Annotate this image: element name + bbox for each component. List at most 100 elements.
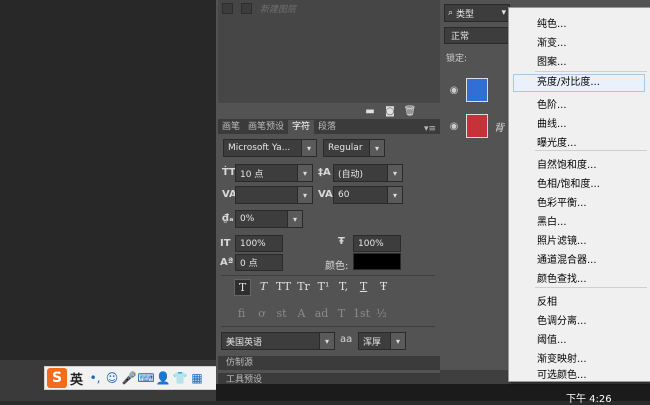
- ordinals-button[interactable]: 1st: [353, 306, 370, 321]
- font-family-dropdown[interactable]: Microsoft Ya... ▾: [223, 139, 317, 157]
- layer-filter-value: 类型: [456, 9, 475, 20]
- color-label: 颜色:: [325, 261, 349, 272]
- tracking-dropdown[interactable]: 60 ▾: [333, 186, 403, 204]
- language-dropdown[interactable]: 美国英语 ▾: [221, 332, 335, 350]
- vertical-scale-pct-dropdown[interactable]: 0% ▾: [235, 210, 303, 228]
- new-action-row[interactable]: 新建图层: [222, 0, 296, 16]
- horizontal-scale-input[interactable]: 100%: [353, 235, 401, 252]
- chevron-down-icon: ▾: [387, 187, 402, 203]
- taskbar-clock: 下午 4:26: [566, 394, 612, 405]
- menu-item-pattern[interactable]: 图案...: [537, 53, 567, 68]
- menu-item-black-white[interactable]: 黑白...: [537, 213, 567, 228]
- menu-item-curves[interactable]: 曲线...: [537, 115, 567, 130]
- kerning-dropdown[interactable]: ▾: [235, 186, 313, 204]
- language-value: 美国英语: [226, 337, 263, 348]
- layer-row[interactable]: ◉: [440, 72, 510, 108]
- skin-icon[interactable]: 👕: [173, 371, 188, 385]
- lock-label: 锁定:: [446, 54, 468, 64]
- swash-button[interactable]: A: [294, 306, 309, 321]
- keyboard-icon[interactable]: ⌨: [137, 371, 154, 385]
- clone-source-panel-tab[interactable]: 仿制源: [218, 356, 440, 370]
- menu-item-threshold[interactable]: 阈值...: [537, 331, 567, 346]
- menu-item-invert[interactable]: 反相: [537, 293, 557, 308]
- menu-item-posterize[interactable]: 色调分离...: [537, 312, 587, 327]
- alternates-button[interactable]: ad: [314, 306, 329, 321]
- vertical-scale-pct-value: 0%: [240, 214, 255, 224]
- tab-brush-presets[interactable]: 画笔预设: [244, 120, 288, 134]
- superscript-button[interactable]: T¹: [316, 279, 331, 294]
- emoji-icon[interactable]: ☺: [105, 371, 119, 385]
- fractions-button[interactable]: ½: [374, 306, 389, 321]
- menu-item-levels[interactable]: 色阶...: [537, 96, 567, 111]
- stylistic-button[interactable]: st: [274, 306, 289, 321]
- layer-thumbnail: [466, 78, 488, 102]
- baseline-shift-value: 0 点: [240, 259, 258, 269]
- ime-toolbar[interactable]: S 英 •, ☺ 🎤 ⌨ 👤 👕 ▦: [44, 366, 219, 390]
- divider: [221, 326, 435, 327]
- trash-icon[interactable]: 🗑: [404, 106, 417, 117]
- microphone-icon[interactable]: 🎤: [122, 371, 137, 385]
- menu-item-solid-color[interactable]: 纯色...: [537, 15, 567, 30]
- document-canvas[interactable]: [0, 0, 216, 360]
- menu-item-selective-color[interactable]: 可选颜色...: [537, 366, 587, 381]
- checkbox[interactable]: [222, 2, 233, 14]
- blend-mode-dropdown[interactable]: 正常: [444, 27, 510, 44]
- menu-item-gradient-map[interactable]: 渐变映射...: [537, 350, 587, 365]
- eye-icon[interactable]: ◉: [448, 85, 460, 96]
- tab-character[interactable]: 字符: [288, 120, 315, 134]
- font-size-value: 10 点: [240, 169, 264, 180]
- ime-mode[interactable]: 英: [70, 369, 83, 388]
- layer-row[interactable]: ◉ 背: [440, 108, 510, 144]
- antialias-icon: aa: [340, 334, 353, 345]
- panel-menu-icon[interactable]: ▾≡: [424, 124, 436, 134]
- chevron-down-icon: ▾: [387, 165, 402, 181]
- discretionary-ligatures-button[interactable]: ơ: [254, 306, 269, 321]
- grid-icon[interactable]: ▦: [190, 371, 204, 385]
- user-icon[interactable]: 👤: [156, 371, 171, 385]
- leading-dropdown[interactable]: (自动) ▾: [333, 164, 403, 182]
- chevron-down-icon: ▾: [501, 8, 506, 18]
- menu-item-exposure[interactable]: 曝光度...: [537, 134, 577, 149]
- tab-paragraph[interactable]: 段落: [314, 120, 340, 134]
- menu-item-channel-mixer[interactable]: 通道混合器...: [537, 251, 597, 266]
- antialias-value: 浑厚: [363, 337, 382, 348]
- titling-button[interactable]: T: [334, 306, 349, 321]
- punctuation-icon[interactable]: •,: [88, 371, 102, 385]
- opentype-buttons: fi ơ st A ad T 1st ½: [234, 306, 389, 321]
- ligatures-button[interactable]: fi: [234, 306, 249, 321]
- menu-item-vibrance[interactable]: 自然饱和度...: [537, 156, 597, 171]
- text-color-swatch[interactable]: [353, 253, 401, 270]
- menu-item-color-lookup[interactable]: 颜色查找...: [537, 270, 587, 285]
- strikethrough-button[interactable]: Ŧ: [376, 279, 391, 294]
- small-caps-button[interactable]: Tr: [296, 279, 311, 294]
- type-style-buttons: T T TT Tr T¹ T, T Ŧ: [234, 279, 391, 296]
- faux-italic-button[interactable]: T: [256, 279, 271, 294]
- chevron-down-icon: ▾: [319, 333, 334, 349]
- dialog-toggle[interactable]: [241, 2, 252, 14]
- baseline-shift-input[interactable]: 0 点: [235, 254, 283, 271]
- all-caps-button[interactable]: TT: [276, 279, 291, 294]
- font-style-dropdown[interactable]: Regular ▾: [323, 139, 385, 157]
- menu-item-gradient[interactable]: 渐变...: [537, 34, 567, 49]
- search-icon: ⌕: [448, 8, 454, 18]
- tab-brush[interactable]: 画笔: [218, 120, 244, 134]
- font-size-dropdown[interactable]: 10 点 ▾: [235, 164, 313, 182]
- vertical-scale-value: 100%: [240, 238, 266, 249]
- character-panel: Microsoft Ya... ▾ Regular ▾ ṪT 10 点 ▾ ‡A…: [218, 134, 440, 356]
- menu-item-brightness-contrast[interactable]: 亮度/对比度...: [513, 74, 645, 92]
- menu-item-hue-saturation[interactable]: 色相/饱和度...: [537, 175, 600, 190]
- layer-filter-dropdown[interactable]: ⌕ 类型 ▾: [444, 4, 510, 22]
- camera-icon[interactable]: ◙: [384, 106, 396, 117]
- menu-item-photo-filter[interactable]: 照片滤镜...: [537, 232, 587, 247]
- new-set-icon[interactable]: ▬: [364, 106, 376, 117]
- menu-item-color-balance[interactable]: 色彩平衡...: [537, 194, 587, 209]
- eye-icon[interactable]: ◉: [448, 121, 460, 132]
- subscript-button[interactable]: T,: [336, 279, 351, 294]
- vertical-scale-input[interactable]: 100%: [235, 235, 283, 252]
- actions-toolbar: ▬ ◙ 🗑: [218, 103, 440, 119]
- chevron-down-icon: ▾: [301, 140, 316, 156]
- sogou-logo-icon[interactable]: S: [47, 368, 67, 388]
- underline-button[interactable]: T: [356, 279, 371, 294]
- antialias-dropdown[interactable]: 浑厚 ▾: [358, 332, 406, 350]
- faux-bold-button[interactable]: T: [234, 279, 251, 296]
